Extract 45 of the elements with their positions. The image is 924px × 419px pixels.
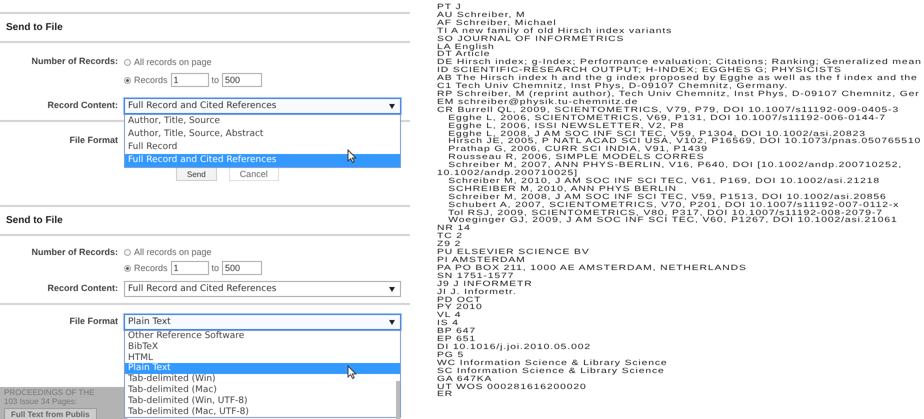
cursor-icon <box>347 365 357 379</box>
dropdown-select[interactable]: Full Record and Cited References <box>124 98 401 114</box>
radio-label: Records <box>134 75 168 85</box>
caret-icon <box>389 104 395 108</box>
radio-button[interactable] <box>124 76 131 84</box>
to-label: to <box>212 263 220 273</box>
radio-button[interactable] <box>124 248 131 256</box>
field-label: Number of Records: <box>30 246 118 259</box>
dropdown-option[interactable]: Tab-delimited (Mac) <box>125 384 400 396</box>
dialog-button[interactable]: Cancel <box>228 167 279 181</box>
dropdown-option[interactable]: BibTeX <box>125 342 400 353</box>
dialog-title: Send to File <box>6 215 63 226</box>
cursor-icon <box>347 149 357 163</box>
input-field[interactable]: 1 <box>170 73 209 87</box>
dropdown-option[interactable]: Tab-delimited (Mac, UTF-8) <box>125 406 400 418</box>
radio-button[interactable] <box>124 58 131 66</box>
page-text: 103 Issue 34 Pages: <box>4 397 78 406</box>
dropdown-select[interactable]: Plain Text <box>124 314 401 330</box>
field-label: File Format <box>68 134 118 147</box>
input-field[interactable]: 500 <box>222 73 262 87</box>
field-label: Record Content: <box>46 282 118 295</box>
input-field[interactable]: 1 <box>170 261 209 275</box>
field-label: File Format <box>68 315 118 328</box>
dropdown-option[interactable]: Author, Title, Source <box>125 115 400 128</box>
dropdown-option[interactable]: HTML <box>125 352 400 364</box>
dropdown-option[interactable]: Tab-delimited (Win) <box>125 374 400 385</box>
to-label: to <box>212 75 220 85</box>
dialog-title: Send to File <box>6 22 63 33</box>
dropdown-option[interactable]: Tab-delimited (Win, UTF-8) <box>125 396 400 407</box>
dropdown-option[interactable]: Full Record <box>125 141 400 154</box>
caret-icon <box>389 320 395 324</box>
caret-icon <box>389 286 395 292</box>
radio-label: All records on page <box>134 57 212 67</box>
input-field[interactable]: 500 <box>222 261 262 275</box>
radio-button[interactable] <box>124 264 131 272</box>
full-text-button[interactable]: Full Text from Publis <box>4 408 97 419</box>
field-label: Record Content: <box>46 99 118 112</box>
field-label: Number of Records: <box>30 55 118 68</box>
dropdown-option[interactable]: Other Reference Software <box>125 331 400 342</box>
dropdown-option[interactable]: Author, Title, Source, Abstract <box>125 128 400 141</box>
radio-label: All records on page <box>134 247 212 257</box>
radio-label: Records <box>134 263 168 273</box>
dropdown-select[interactable]: Full Record and Cited References <box>124 281 401 297</box>
page-text: PROCEEDINGS OF THE <box>4 388 96 397</box>
dialog-button[interactable]: Send <box>176 167 217 181</box>
